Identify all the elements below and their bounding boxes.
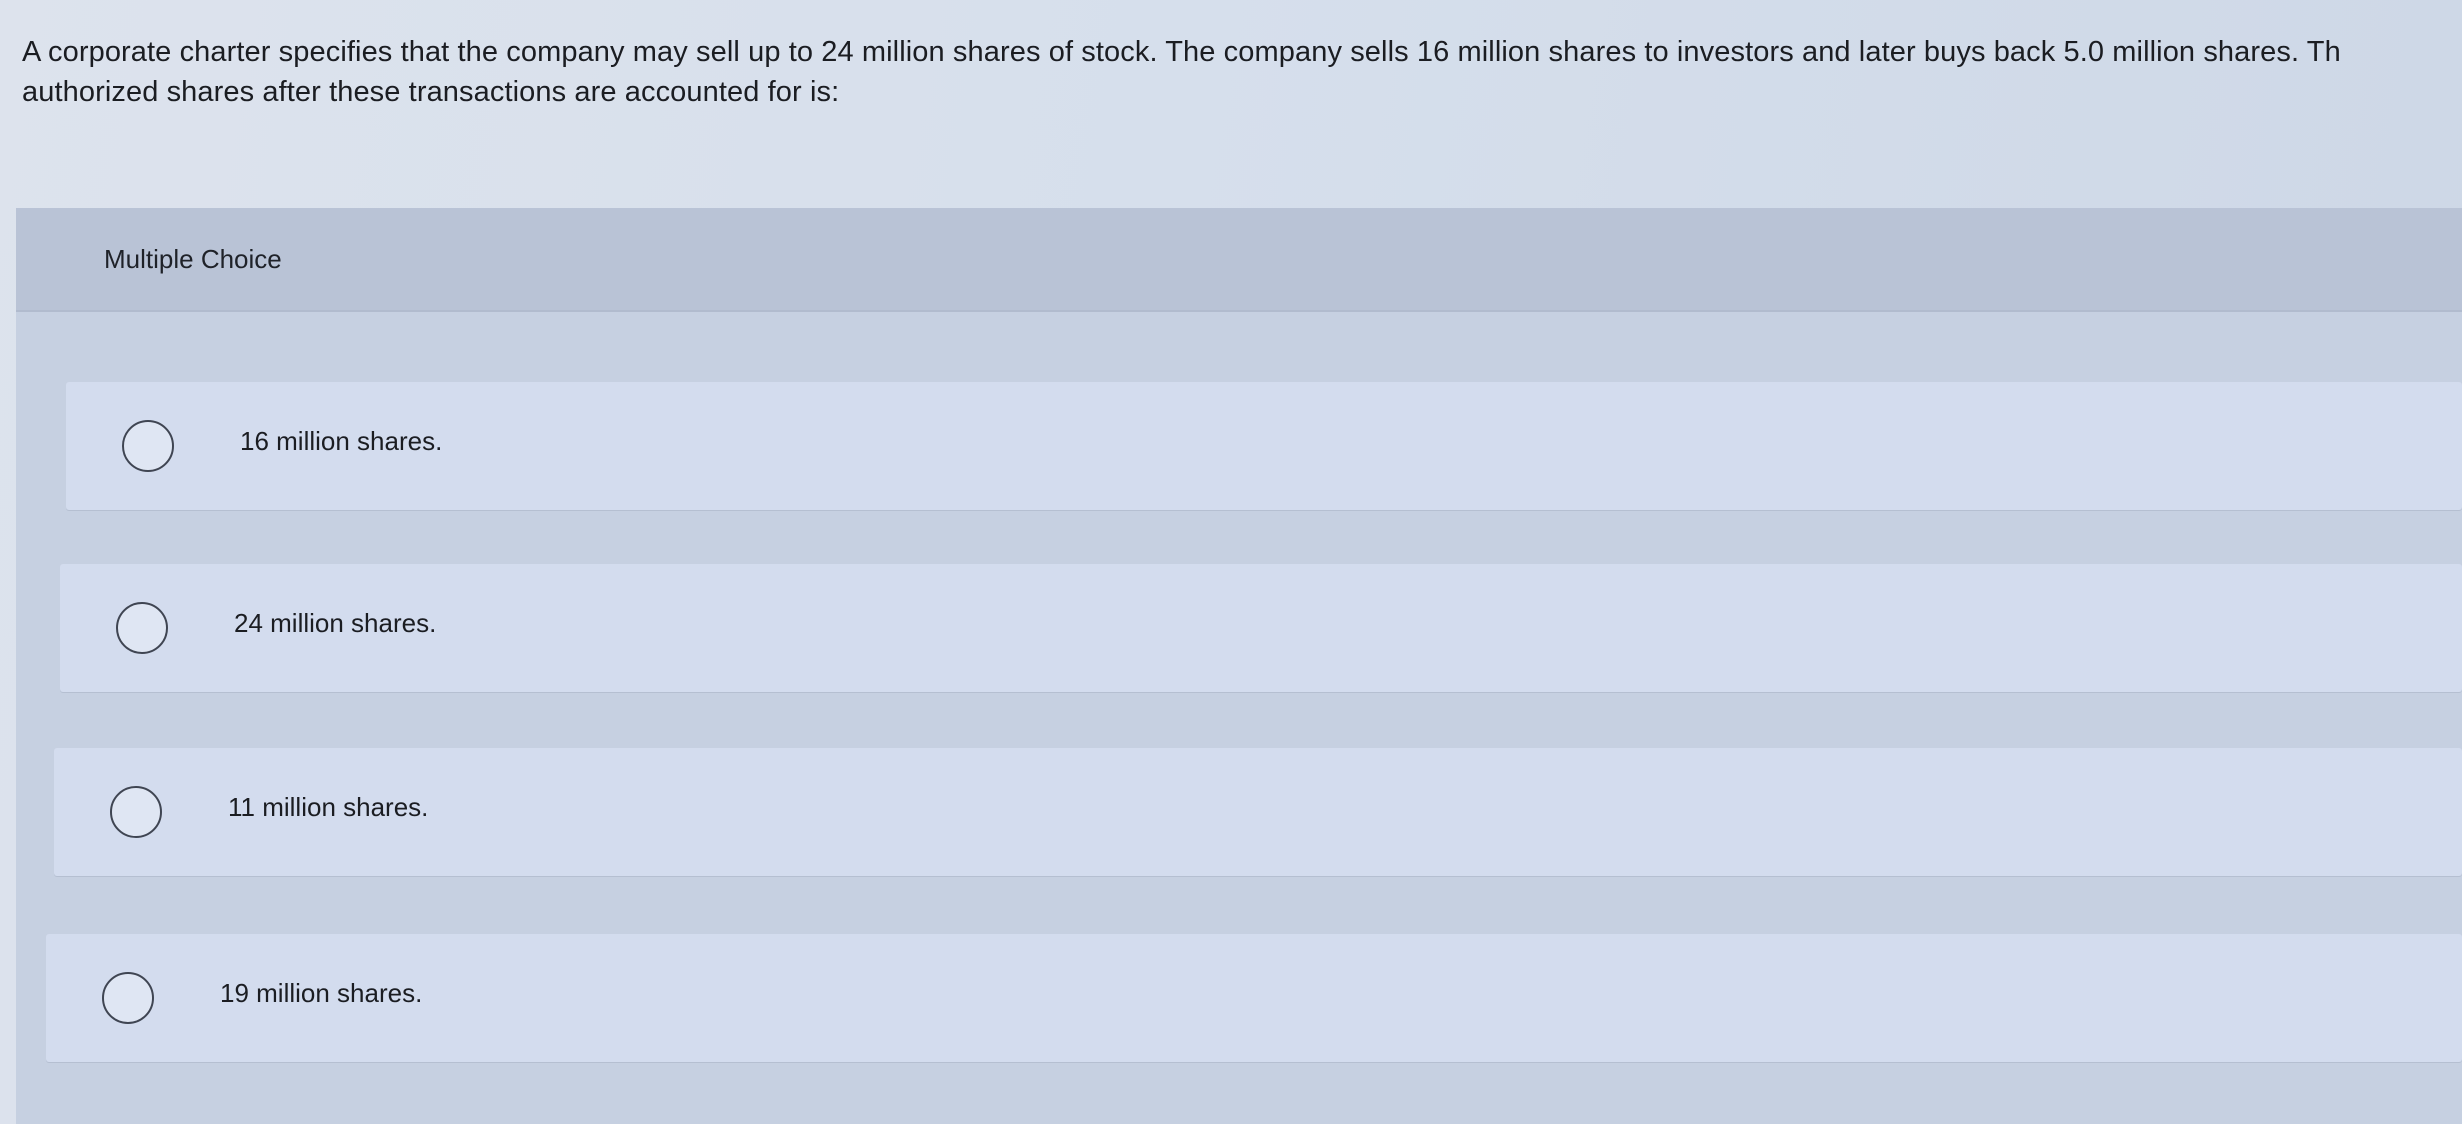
answer-option-label: 24 million shares. [234,608,437,638]
answer-option-3[interactable]: 11 million shares. [54,748,2462,876]
multiple-choice-label: Multiple Choice [104,244,282,274]
question-line-1: A corporate charter specifies that the c… [22,36,2341,68]
radio-button-icon[interactable] [102,972,154,1024]
answer-option-4[interactable]: 19 million shares. [46,934,2462,1062]
answer-option-label: 11 million shares. [228,792,429,822]
radio-button-icon[interactable] [116,602,168,654]
multiple-choice-panel: Multiple Choice 16 million shares. 24 mi… [16,208,2462,1124]
answer-option-label: 19 million shares. [220,978,423,1008]
answer-option-label: 16 million shares. [240,426,443,456]
question-text: A corporate charter specifies that the c… [22,32,2462,112]
answer-option-1[interactable]: 16 million shares. [66,382,2462,510]
multiple-choice-header: Multiple Choice [16,208,2462,312]
question-line-2: authorized shares after these transactio… [22,76,840,108]
radio-button-icon[interactable] [122,420,174,472]
answer-option-2[interactable]: 24 million shares. [60,564,2462,692]
radio-button-icon[interactable] [110,786,162,838]
